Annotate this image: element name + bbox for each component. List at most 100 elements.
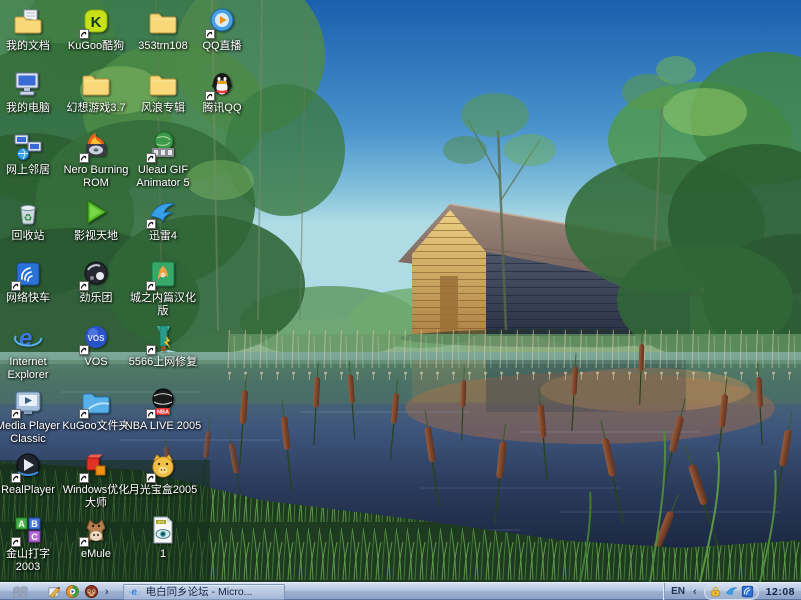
shortcut-arrow-icon [146,219,156,229]
fix-5566-icon [147,322,179,354]
shortcut-arrow-icon [11,409,21,419]
quick-launch-expand-icon[interactable]: › [101,584,113,600]
icon-label: 风浪专辑 [141,102,185,115]
my-documents-icon [12,6,44,38]
desktop-icon-tencent-qq[interactable]: 腾讯QQ [180,68,264,115]
shortcut-arrow-icon [79,537,89,547]
emule-icon [80,514,112,546]
start-button[interactable] [0,583,44,600]
language-indicator[interactable]: EN [671,586,686,597]
folder-album-icon [147,68,179,100]
icon-label: 城之内篇汉化版 [130,292,196,318]
desktop-icon-fix-5566[interactable]: 5566上网修复 [121,322,205,369]
icon-label: Nero BurningROM [64,164,129,190]
quick-launch-bar [44,584,101,600]
icon-label: 幻想游戏3.7 [66,102,125,115]
folder-353trn108-icon [147,6,179,38]
shortcut-arrow-icon [146,473,156,483]
shortcut-arrow-icon [79,473,89,483]
desktop-icon-qq-live[interactable]: QQ直播 [180,6,264,53]
icon-label: InternetExplorer [8,356,49,382]
shortcut-arrow-icon [205,91,215,101]
internet-explorer-icon: e [12,322,44,354]
nero-burning-rom-icon [80,130,112,162]
icon-label: QQ直播 [202,40,241,53]
windows-youhua-dashi-icon [80,450,112,482]
jinshan-typing-2003-icon: ABC [12,514,44,546]
ulead-gif-animator-icon [147,130,179,162]
tray-icons [704,584,759,600]
icon-label: 腾讯QQ [202,102,241,115]
shortcut-arrow-icon [146,281,156,291]
taskbar: › e 电白同乡论坛 - Micro... EN ‹ 12:08 [0,582,801,600]
kugoo-icon: K [80,6,112,38]
quick-launch-show-desktop-icon[interactable] [44,584,63,600]
shortcut-arrow-icon [79,345,89,355]
icon-label: 我的电脑 [6,102,50,115]
desktop-icon-image-1[interactable]: JPG 1 [121,514,205,561]
shortcut-arrow-icon [11,537,21,547]
clock[interactable]: 12:08 [766,586,795,598]
shortcut-arrow-icon [79,29,89,39]
xunlei-4-icon [147,196,179,228]
recycle-bin-icon: ♻ [12,196,44,228]
desktop-icon-moonbox-2005[interactable]: 月光宝盒2005 [121,450,205,497]
movie-land-icon [80,196,112,228]
desktop-icon-ulead-gif-animator[interactable]: Ulead GIFAnimator 5 [121,130,205,190]
network-places-icon [12,130,44,162]
svg-text:JPG: JPG [158,520,165,524]
my-computer-icon [12,68,44,100]
o2jam-icon [80,258,112,290]
moonbox-2005-icon [147,450,179,482]
shortcut-arrow-icon [79,281,89,291]
desktop-icon-chengzhinei[interactable]: 城之内篇汉化版 [121,258,205,318]
icon-label: 1 [160,548,166,561]
icon-label: eMule [81,548,111,561]
tray-collapse-icon[interactable]: ‹ [689,584,701,600]
desktop-icon-xunlei-4[interactable]: 迅雷4 [121,196,205,243]
chengzhinei-icon [147,258,179,290]
vos-icon: VOS [80,322,112,354]
qq-live-icon [206,6,238,38]
icon-label: 回收站 [12,230,45,243]
tray-security-lock-icon[interactable] [709,585,722,598]
svg-text:e: e [19,325,32,352]
task-button-label: 电白同乡论坛 - Micro... [146,584,253,599]
task-button-ie[interactable]: e 电白同乡论坛 - Micro... [123,584,285,600]
icon-label: Media PlayerClassic [0,420,60,446]
tencent-qq-icon [206,68,238,100]
shortcut-arrow-icon [146,153,156,163]
desktop-icon-nba-live-2005[interactable]: NBANBA LIVE 2005 [121,386,205,433]
icon-label: 劲乐团 [80,292,113,305]
icon-label: 影视天地 [74,230,118,243]
quick-launch-qq-face-icon[interactable] [82,584,101,600]
desktop[interactable]: 我的文档KKuGoo酷狗353trn108QQ直播我的电脑幻想游戏3.7风浪专辑… [0,0,801,582]
icon-label: Ulead GIFAnimator 5 [136,164,189,190]
icon-label: VOS [84,356,107,369]
image-1-icon: JPG [147,514,179,546]
icon-label: 5566上网修复 [129,356,197,369]
svg-text:A: A [18,519,25,529]
svg-text:C: C [31,532,38,542]
flashget-icon [12,258,44,290]
shortcut-arrow-icon [79,153,89,163]
svg-text:K: K [91,14,102,31]
icon-label: 月光宝盒2005 [129,484,197,497]
shortcut-arrow-icon [146,345,156,355]
shortcut-arrow-icon [205,29,215,39]
tray-china-telecom-icon[interactable] [741,585,754,598]
icon-label: 金山打字2003 [6,548,50,574]
tray-thunder-icon[interactable] [725,585,738,598]
icon-label: 网上邻居 [6,164,50,177]
icon-label: 我的文档 [6,40,50,53]
system-tray: EN ‹ 12:08 [664,583,801,600]
shortcut-arrow-icon [146,409,156,419]
icon-label: KuGoo酷狗 [68,40,124,53]
quick-launch-media-player-icon[interactable] [63,584,82,600]
folder-game-icon [80,68,112,100]
icon-label: 网络快车 [6,292,50,305]
shortcut-arrow-icon [79,409,89,419]
internet-explorer-icon: e [129,585,142,598]
svg-text:♻: ♻ [24,213,33,224]
kugoo-folder-icon [80,386,112,418]
